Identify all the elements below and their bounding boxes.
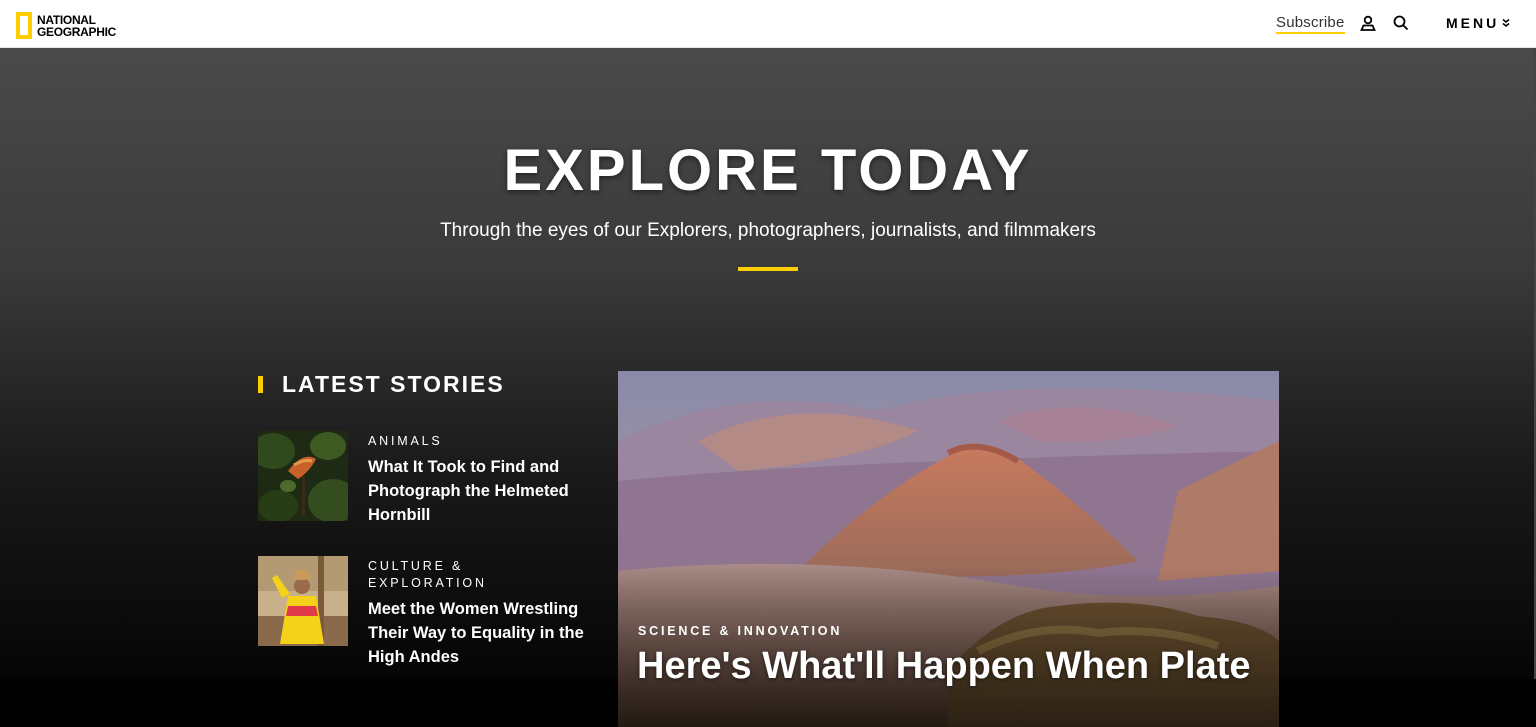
story-text: CULTURE & EXPLORATION Meet the Women Wre… [368,558,588,669]
page-subtitle: Through the eyes of our Explorers, photo… [440,220,1096,241]
search-icon[interactable] [1392,14,1410,32]
latest-stories-header: LATEST STORIES [258,371,588,398]
logo-line-2: GEOGRAPHIC [37,24,117,39]
featured-story-category[interactable]: SCIENCE & INNOVATION [638,624,842,638]
subscribe-link[interactable]: Subscribe [1276,14,1345,34]
story-thumbnail-wrestler[interactable] [258,556,348,646]
national-geographic-logo[interactable]: NATIONAL GEOGRAPHIC [16,9,116,42]
story-text: ANIMALS What It Took to Find and Photogr… [368,433,588,527]
logo-line-1: NATIONAL [37,12,96,27]
logo-wordmark: NATIONAL GEOGRAPHIC [37,14,116,38]
story-category[interactable]: ANIMALS [368,433,588,450]
logo-yellow-border-icon [16,12,32,39]
page-title: EXPLORE TODAY [503,138,1033,203]
chevron-down-icon [1502,18,1510,28]
story-headline[interactable]: What It Took to Find and Photograph the … [368,455,588,527]
explore-today-hero: EXPLORE TODAY Through the eyes of our Ex… [0,48,1536,727]
top-navigation-bar: NATIONAL GEOGRAPHIC Subscribe MENU [0,0,1536,48]
latest-stories-heading: LATEST STORIES [282,371,505,397]
menu-button[interactable]: MENU [1446,15,1511,31]
featured-story-headline[interactable]: Here's What'll Happen When Plate [637,645,1251,688]
menu-label: MENU [1446,15,1500,31]
section-accent-bar [258,376,263,393]
user-icon[interactable] [1359,14,1377,32]
story-headline[interactable]: Meet the Women Wrestling Their Way to Eq… [368,597,588,669]
title-divider [738,267,798,271]
featured-story[interactable]: SCIENCE & INNOVATION Here's What'll Happ… [618,371,1279,727]
story-category[interactable]: CULTURE & EXPLORATION [368,558,588,592]
latest-stories-section: LATEST STORIES ANIMALS What It Took to F… [258,371,588,666]
story-thumbnail-hornbill[interactable] [258,431,348,521]
